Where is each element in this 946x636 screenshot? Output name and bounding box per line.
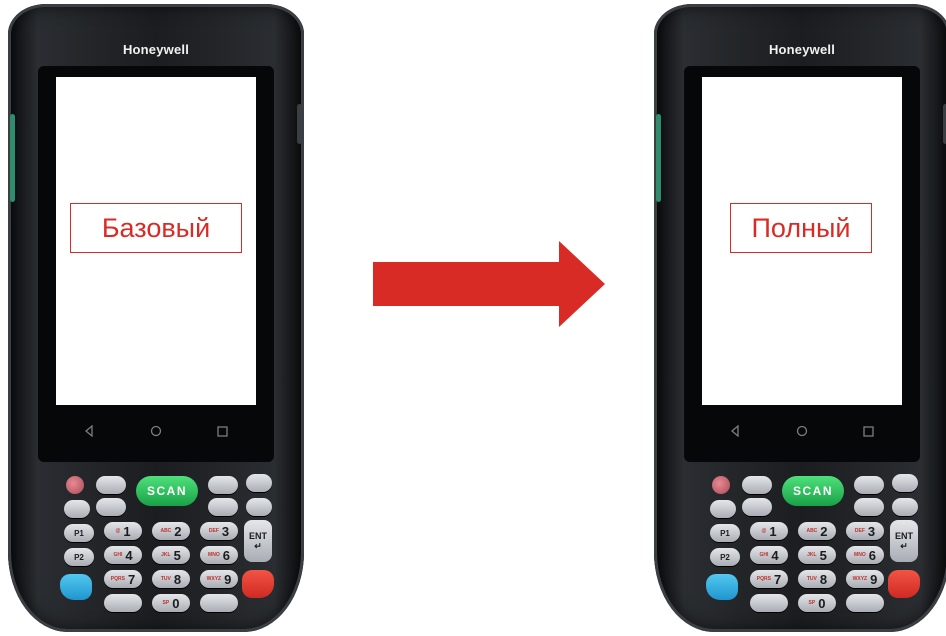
p2-key[interactable]: P2 — [710, 548, 740, 566]
key-3[interactable]: DEF 3 — [846, 522, 884, 540]
screen-label: Базовый — [70, 203, 242, 253]
side-scan-button — [656, 114, 661, 202]
key-6[interactable]: MNO 6 — [846, 546, 884, 564]
key-9[interactable]: WXYZ 9 — [846, 570, 884, 588]
back-icon[interactable] — [727, 423, 743, 439]
home-icon[interactable] — [148, 423, 164, 439]
key-1[interactable]: @1 — [104, 522, 142, 540]
blue-key[interactable] — [706, 574, 738, 600]
key-6[interactable]: MNO 6 — [200, 546, 238, 564]
arrow-right-icon — [373, 241, 605, 332]
function-key[interactable] — [96, 476, 126, 494]
function-key[interactable] — [892, 474, 918, 492]
key-0[interactable]: SP 0 — [152, 594, 190, 612]
device-full: Honeywell Полный SCAN P1 @1 ABC 2 DEF 3 EN… — [654, 4, 946, 632]
function-key[interactable] — [742, 476, 772, 494]
power-button[interactable] — [66, 476, 84, 494]
key-8[interactable]: TUV 8 — [798, 570, 836, 588]
scan-button[interactable]: SCAN — [782, 476, 844, 506]
key-5[interactable]: JKL 5 — [152, 546, 190, 564]
red-key[interactable] — [242, 570, 274, 598]
android-nav-bar — [56, 406, 256, 456]
side-button — [297, 104, 302, 144]
recent-apps-icon[interactable] — [215, 423, 231, 439]
function-key[interactable] — [208, 476, 238, 494]
key-4[interactable]: GHI 4 — [750, 546, 788, 564]
function-key[interactable] — [246, 474, 272, 492]
android-nav-bar — [702, 406, 902, 456]
key-8[interactable]: TUV 8 — [152, 570, 190, 588]
key-4[interactable]: GHI 4 — [104, 546, 142, 564]
function-key[interactable] — [96, 498, 126, 516]
function-key[interactable] — [208, 498, 238, 516]
red-key[interactable] — [888, 570, 920, 598]
p2-key[interactable]: P2 — [64, 548, 94, 566]
enter-key[interactable]: ENT ↵ — [244, 520, 272, 562]
device-basic: Honeywell Базовый SCAN P1 @1 ABC 2 DEF 3 E… — [8, 4, 304, 632]
power-button[interactable] — [712, 476, 730, 494]
hash-key[interactable] — [846, 594, 884, 612]
key-0[interactable]: SP 0 — [798, 594, 836, 612]
brand-logo: Honeywell — [122, 42, 190, 57]
function-key[interactable] — [854, 498, 884, 516]
p1-key[interactable]: P1 — [710, 524, 740, 542]
function-key[interactable] — [892, 498, 918, 516]
p1-key[interactable]: P1 — [64, 524, 94, 542]
function-key[interactable] — [246, 498, 272, 516]
function-key[interactable] — [64, 500, 90, 518]
key-7[interactable]: PQRS 7 — [750, 570, 788, 588]
side-scan-button — [10, 114, 15, 202]
key-2[interactable]: ABC 2 — [152, 522, 190, 540]
function-key[interactable] — [742, 498, 772, 516]
blue-key[interactable] — [60, 574, 92, 600]
device-screen: Базовый — [56, 77, 256, 405]
keypad: SCAN P1 @1 ABC 2 DEF 3 ENT ↵ P2 GHI 4 JKL 5 M… — [654, 464, 946, 624]
home-icon[interactable] — [794, 423, 810, 439]
recent-apps-icon[interactable] — [861, 423, 877, 439]
brand-logo: Honeywell — [768, 42, 836, 57]
scan-button[interactable]: SCAN — [136, 476, 198, 506]
back-icon[interactable] — [81, 423, 97, 439]
screen-label: Полный — [730, 203, 872, 253]
key-7[interactable]: PQRS 7 — [104, 570, 142, 588]
key-5[interactable]: JKL 5 — [798, 546, 836, 564]
device-screen: Полный — [702, 77, 902, 405]
function-key[interactable] — [710, 500, 736, 518]
keypad: SCAN P1 @1 ABC 2 DEF 3 ENT ↵ P2 GHI 4 JKL 5 M… — [8, 464, 304, 624]
key-3[interactable]: DEF 3 — [200, 522, 238, 540]
function-key[interactable] — [854, 476, 884, 494]
symbol-key[interactable] — [104, 594, 142, 612]
key-2[interactable]: ABC 2 — [798, 522, 836, 540]
key-1[interactable]: @1 — [750, 522, 788, 540]
key-9[interactable]: WXYZ 9 — [200, 570, 238, 588]
hash-key[interactable] — [200, 594, 238, 612]
enter-key[interactable]: ENT ↵ — [890, 520, 918, 562]
symbol-key[interactable] — [750, 594, 788, 612]
